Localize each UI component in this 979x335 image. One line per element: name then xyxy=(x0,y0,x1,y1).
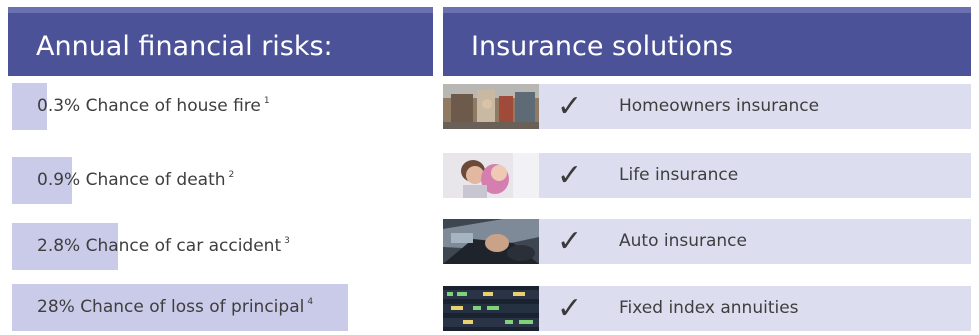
footnote-marker: 1 xyxy=(263,96,270,106)
solution-label: Fixed index annuities xyxy=(619,298,799,318)
checkmark-icon: ✓ xyxy=(557,158,583,193)
risk-row-house-fire: 0.3% Chance of house fire 1 xyxy=(12,83,432,130)
solution-label: Auto insurance xyxy=(619,231,747,251)
footnote-marker: 3 xyxy=(284,236,290,246)
stock-ticker-photo xyxy=(443,286,539,331)
house-fire-photo xyxy=(443,84,539,129)
solution-label: Homeowners insurance xyxy=(619,96,820,116)
solution-label: Life insurance xyxy=(619,165,739,185)
checkmark-icon: ✓ xyxy=(557,291,583,326)
risks-header: Annual financial risks: xyxy=(8,7,433,76)
risk-label: 0.3% Chance of house fire xyxy=(37,96,261,116)
checkmark-icon: ✓ xyxy=(557,89,583,124)
checkmark-icon: ✓ xyxy=(557,224,583,259)
risk-label: 2.8% Chance of car accident xyxy=(37,236,282,256)
solution-row-annuities: ✓ Fixed index annuities xyxy=(443,286,971,331)
risk-row-death: 0.9% Chance of death 2 xyxy=(12,157,432,204)
risk-text: 28% Chance of loss of principal 4 xyxy=(37,284,313,331)
family-photo xyxy=(443,153,539,198)
risk-label: 28% Chance of loss of principal xyxy=(37,297,305,317)
risk-label: 0.9% Chance of death xyxy=(37,170,226,190)
risk-row-loss-of-principal: 28% Chance of loss of principal 4 xyxy=(12,284,432,331)
solution-row-auto: ✓ Auto insurance xyxy=(443,219,971,264)
risks-header-title: Annual financial risks: xyxy=(36,31,333,62)
solutions-header-title: Insurance solutions xyxy=(471,31,734,62)
risk-text: 0.9% Chance of death 2 xyxy=(37,157,234,204)
solutions-header: Insurance solutions xyxy=(443,7,971,76)
footnote-marker: 4 xyxy=(307,297,314,307)
solution-row-life: ✓ Life insurance xyxy=(443,153,971,198)
footnote-marker: 2 xyxy=(228,170,235,180)
car-driving-photo xyxy=(443,219,539,264)
risk-row-car-accident: 2.8% Chance of car accident 3 xyxy=(12,223,432,270)
solution-row-homeowners: ✓ Homeowners insurance xyxy=(443,84,971,129)
risk-text: 0.3% Chance of house fire 1 xyxy=(37,83,270,130)
risk-text: 2.8% Chance of car accident 3 xyxy=(37,223,290,270)
